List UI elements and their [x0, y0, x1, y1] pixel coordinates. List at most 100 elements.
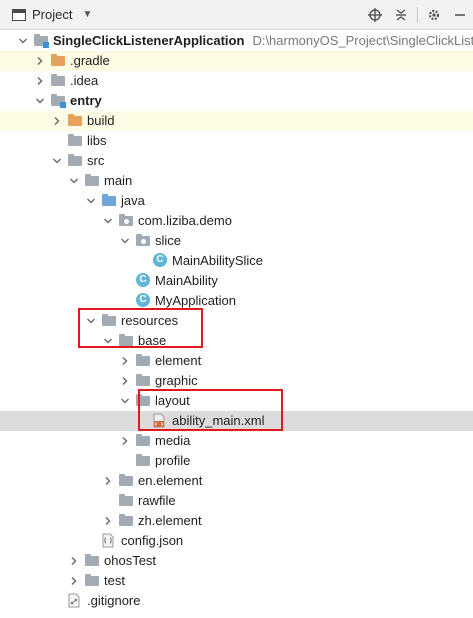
chevron-down-icon[interactable]: [84, 313, 98, 329]
tree-item-text: layout: [155, 393, 190, 408]
tree-item-text: test: [104, 573, 125, 588]
folder-icon: [68, 134, 83, 148]
tree-item-text: MyApplication: [155, 293, 236, 308]
tree-item-label: com.liziba.demo: [138, 213, 232, 229]
chevron-down-icon[interactable]: [118, 233, 132, 249]
tree-item-build[interactable]: build: [0, 111, 473, 131]
tree-item-rawfile[interactable]: rawfile: [0, 491, 473, 511]
tree-item-en-element[interactable]: en.element: [0, 471, 473, 491]
tree-item-label: java: [121, 193, 145, 209]
tree-item-label: build: [87, 113, 114, 129]
tree-item-text: java: [121, 193, 145, 208]
tree-item-resources[interactable]: resources: [0, 311, 473, 331]
orange-folder-icon: [51, 54, 66, 68]
tree-item-label: entry: [70, 93, 102, 109]
tree-item-label: resources: [121, 313, 178, 329]
tree-item-label: element: [155, 353, 201, 369]
tree-item-config-json[interactable]: config.json: [0, 531, 473, 551]
chevron-down-icon[interactable]: [33, 93, 47, 109]
tree-item-label: .idea: [70, 73, 98, 89]
class-icon: C: [136, 293, 150, 307]
chevron-down-icon[interactable]: [16, 33, 30, 49]
chevron-down-icon[interactable]: [84, 193, 98, 209]
tree-item-ohostest[interactable]: ohosTest: [0, 551, 473, 571]
folder-icon: [119, 514, 134, 528]
folder-icon: [85, 554, 100, 568]
tree-item-libs[interactable]: libs: [0, 131, 473, 151]
collapse-all-icon[interactable]: [388, 0, 414, 30]
tree-item-text: zh.element: [138, 513, 202, 528]
tree-item-label: layout: [155, 393, 190, 409]
folder-icon: [119, 474, 134, 488]
chevron-right-icon[interactable]: [118, 373, 132, 389]
tree-item-text: .idea: [70, 73, 99, 88]
project-view-selector[interactable]: Project ▼: [12, 7, 92, 22]
tree-item-label: MainAbilitySlice: [172, 253, 263, 269]
tree-item-label: ohosTest: [104, 553, 156, 569]
tree-item-layout[interactable]: layout: [0, 391, 473, 411]
tree-item-src[interactable]: src: [0, 151, 473, 171]
tree-item-label: test: [104, 573, 125, 589]
package-dot: [124, 219, 129, 224]
tree-item-zh-element[interactable]: zh.element: [0, 511, 473, 531]
tree-item-label: profile: [155, 453, 190, 469]
tree-item-singleclicklistenerapplication[interactable]: SingleClickListenerApplication D:\harmony…: [0, 31, 473, 51]
tree-item-text: slice: [155, 233, 182, 248]
tree-item-com-liziba-demo[interactable]: com.liziba.demo: [0, 211, 473, 231]
folder-icon: [102, 314, 117, 328]
settings-gear-icon[interactable]: [421, 0, 447, 30]
chevron-right-icon[interactable]: [33, 53, 47, 69]
tree-item-text: profile: [155, 453, 191, 468]
tree-item-java[interactable]: java: [0, 191, 473, 211]
chevron-right-icon[interactable]: [67, 553, 81, 569]
chevron-right-icon[interactable]: [101, 513, 115, 529]
module-badge: [60, 102, 66, 108]
tree-item-gitignore[interactable]: .gitignore: [0, 591, 473, 611]
chevron-down-icon[interactable]: [118, 393, 132, 409]
folder-icon: [119, 494, 134, 508]
tree-item-label: .gitignore: [87, 593, 140, 609]
tree-item-slice[interactable]: slice: [0, 231, 473, 251]
chevron-right-icon[interactable]: [33, 73, 47, 89]
tree-item-myapplication[interactable]: C MyApplication: [0, 291, 473, 311]
chevron-down-icon[interactable]: [101, 333, 115, 349]
chevron-right-icon[interactable]: [101, 473, 115, 489]
tree-item-graphic[interactable]: graphic: [0, 371, 473, 391]
chevron-down-icon[interactable]: [67, 173, 81, 189]
tree-item-main[interactable]: main: [0, 171, 473, 191]
tree-item-test[interactable]: test: [0, 571, 473, 591]
tree-item-label: zh.element: [138, 513, 202, 529]
gitignore-file-icon: [68, 593, 80, 608]
folder-icon: [136, 434, 151, 448]
tree-item-label: en.element: [138, 473, 202, 489]
class-icon: C: [153, 253, 167, 267]
chevron-right-icon[interactable]: [67, 573, 81, 589]
tree-item-element[interactable]: element: [0, 351, 473, 371]
tree-item-base[interactable]: base: [0, 331, 473, 351]
tree-item-text: main: [104, 173, 133, 188]
chevron-right-icon[interactable]: [118, 433, 132, 449]
tree-item-text: config.json: [121, 533, 184, 548]
tree-item-mainability[interactable]: C MainAbility: [0, 271, 473, 291]
tree-item-mainabilityslice[interactable]: C MainAbilitySlice: [0, 251, 473, 271]
tree-item-label: graphic: [155, 373, 198, 389]
tree-item-label: rawfile: [138, 493, 176, 509]
tree-item-media[interactable]: media: [0, 431, 473, 451]
minimize-icon[interactable]: [447, 0, 473, 30]
tree-item-label: MyApplication: [155, 293, 236, 309]
chevron-right-icon[interactable]: [118, 353, 132, 369]
chevron-down-icon[interactable]: [101, 213, 115, 229]
tree-item-profile[interactable]: profile: [0, 451, 473, 471]
chevron-down-icon[interactable]: [50, 153, 64, 169]
tree-item-label: libs: [87, 133, 107, 149]
locate-file-icon[interactable]: [362, 0, 388, 30]
module-folder-icon: [51, 94, 66, 108]
chevron-right-icon[interactable]: [50, 113, 64, 129]
tree-item-ability-main-xml[interactable]: ability_main.xml: [0, 411, 473, 431]
tree-item-idea[interactable]: .idea: [0, 71, 473, 91]
tree-item-gradle[interactable]: .gradle: [0, 51, 473, 71]
folder-icon: [51, 74, 66, 88]
folder-icon: [85, 574, 100, 588]
package-folder-icon: [136, 234, 151, 248]
tree-item-entry[interactable]: entry: [0, 91, 473, 111]
